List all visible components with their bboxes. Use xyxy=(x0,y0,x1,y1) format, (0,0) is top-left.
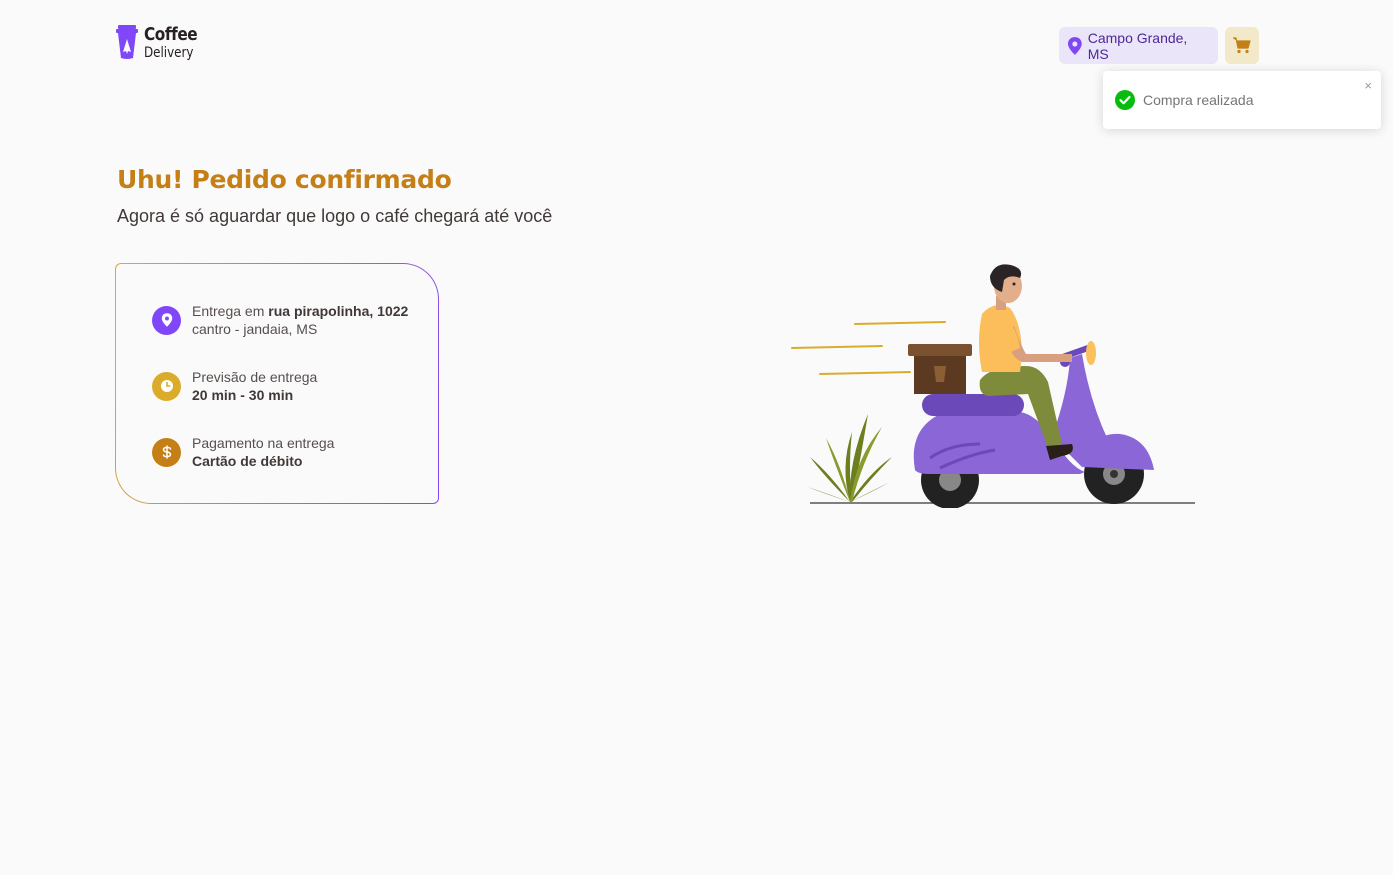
delivery-address-text: Entrega em rua pirapolinha, 1022 cantro … xyxy=(192,302,408,338)
coffee-cup-logo-icon xyxy=(116,25,138,59)
delivery-time-text: Previsão de entrega 20 min - 30 min xyxy=(192,368,317,404)
payment-item: Pagamento na entrega Cartão de débito xyxy=(152,434,334,470)
cart-button[interactable] xyxy=(1225,27,1259,64)
logo[interactable]: Coffee Delivery xyxy=(116,25,207,60)
location-label: Campo Grande, MS xyxy=(1087,29,1188,62)
map-pin-icon xyxy=(152,305,181,335)
toast-close-icon[interactable]: × xyxy=(1364,79,1372,92)
address-prefix: Entrega em xyxy=(192,303,269,319)
address-city: cantro - jandaia, MS xyxy=(192,321,318,337)
shopping-cart-icon xyxy=(1233,37,1251,54)
payment-value: Cartão de débito xyxy=(192,453,303,469)
address-street: rua pirapolinha, 1022 xyxy=(268,303,409,319)
timer-icon xyxy=(152,371,181,401)
delivery-address-item: Entrega em rua pirapolinha, 1022 cantro … xyxy=(152,302,408,338)
currency-dollar-icon xyxy=(152,437,181,467)
page-subtitle: Agora é só aguardar que logo o café cheg… xyxy=(117,206,553,226)
payment-label: Pagamento na entrega xyxy=(192,435,335,451)
logo-line-2: Delivery xyxy=(144,44,194,61)
order-info-card: Entrega em rua pirapolinha, 1022 cantro … xyxy=(115,263,439,504)
toast-message: Compra realizada xyxy=(1143,92,1254,108)
delivery-time-item: Previsão de entrega 20 min - 30 min xyxy=(152,368,317,404)
map-pin-icon xyxy=(1067,36,1082,55)
logo-text: Coffee Delivery xyxy=(144,23,207,61)
location-badge[interactable]: Campo Grande, MS xyxy=(1059,27,1218,64)
delivery-time-value: 20 min - 30 min xyxy=(192,387,294,403)
payment-text: Pagamento na entrega Cartão de débito xyxy=(192,434,334,470)
delivery-time-label: Previsão de entrega xyxy=(192,369,318,385)
page-title: Uhu! Pedido confirmado xyxy=(117,165,452,194)
toast-notification[interactable]: Compra realizada × xyxy=(1103,71,1381,129)
check-circle-icon xyxy=(1115,90,1135,110)
logo-line-1: Coffee xyxy=(144,23,198,45)
delivery-scooter-illustration xyxy=(791,264,1195,508)
